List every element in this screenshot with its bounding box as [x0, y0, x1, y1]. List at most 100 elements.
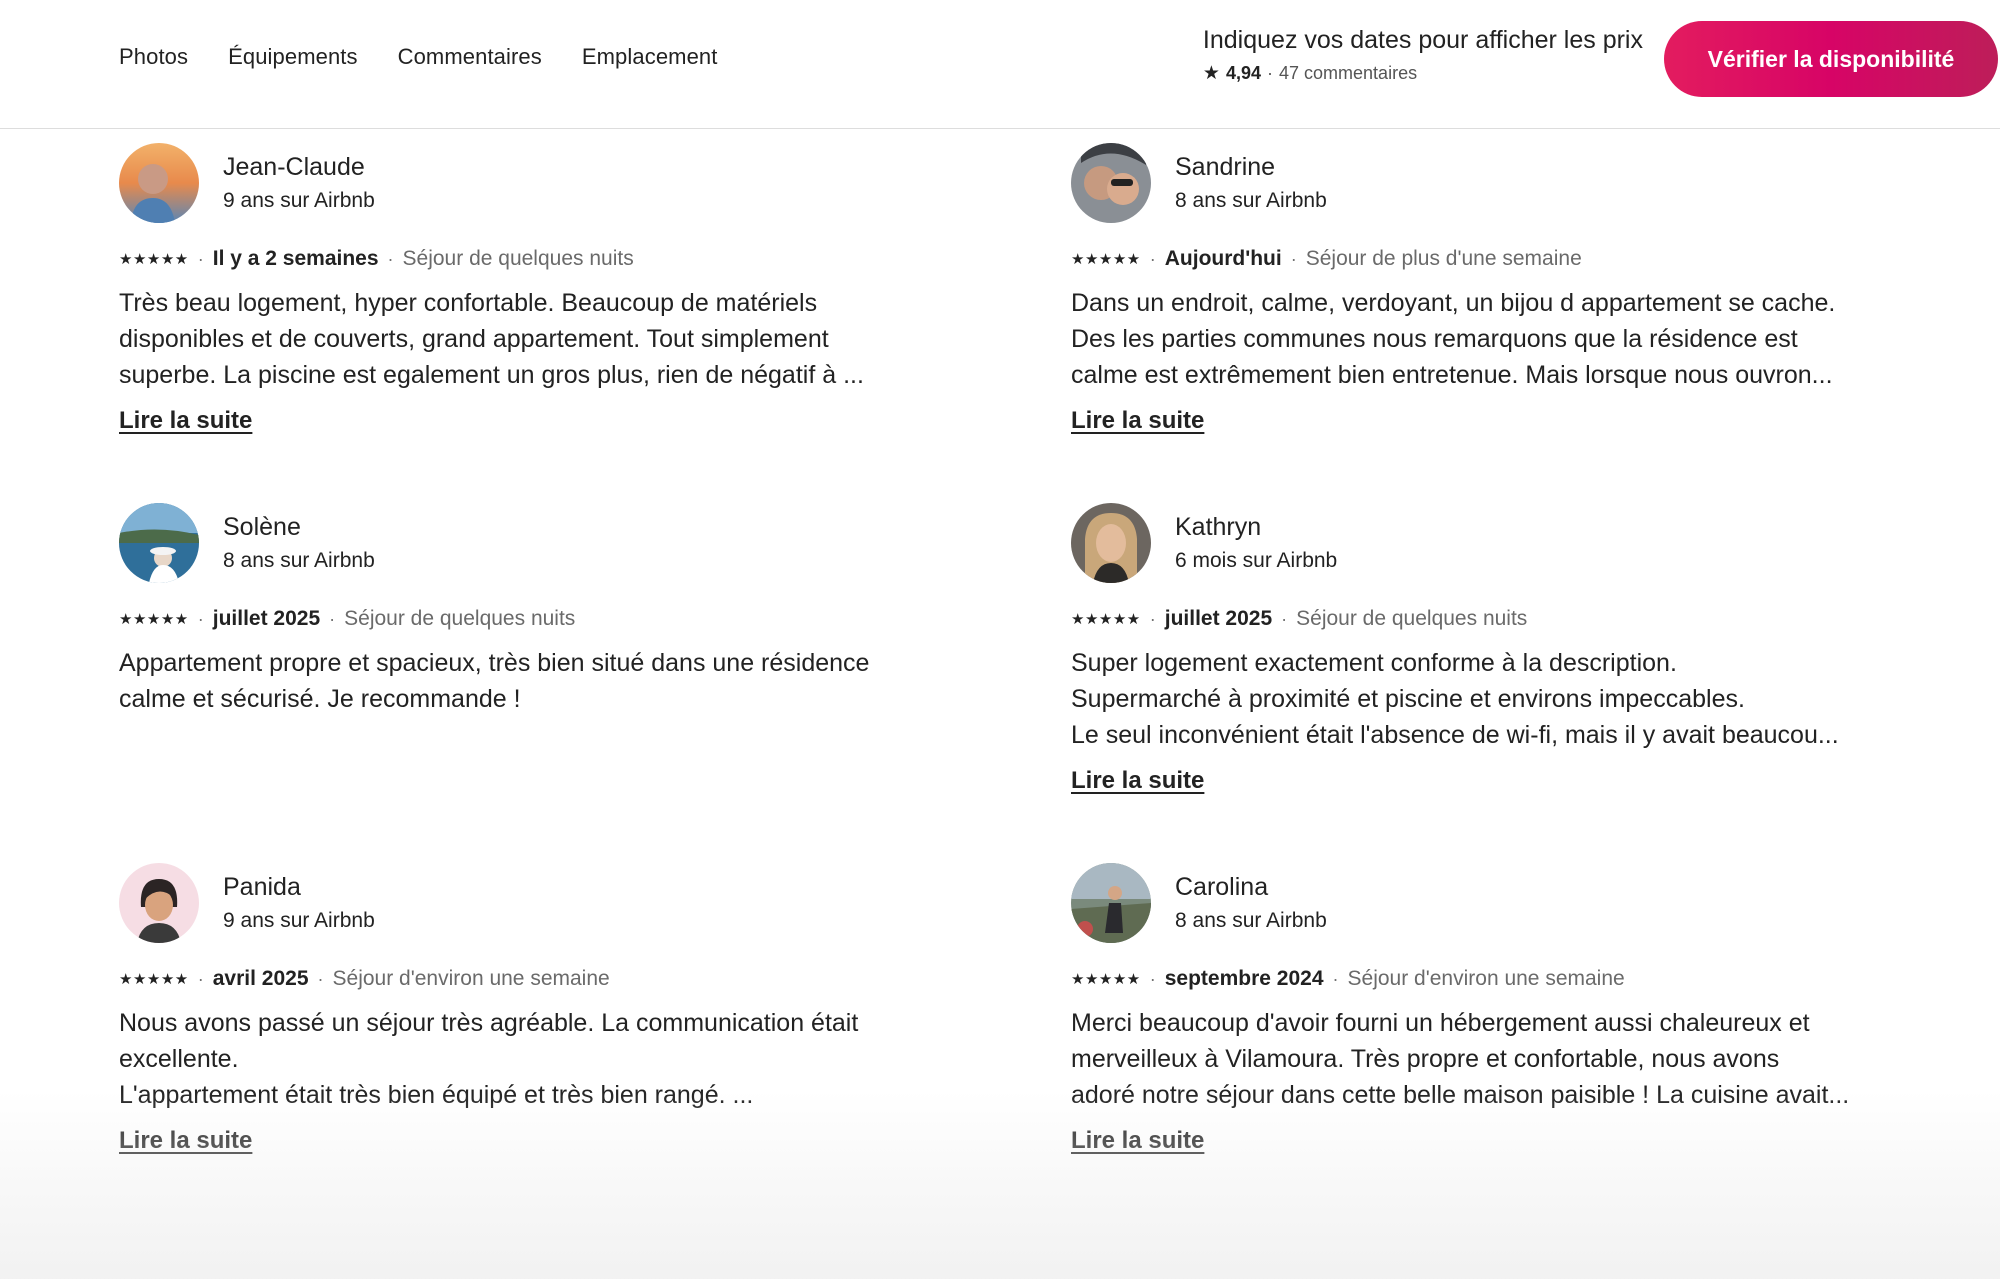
read-more-link[interactable]: Lire la suite: [1071, 767, 1204, 795]
sticky-header: Photos Équipements Commentaires Emplacem…: [0, 0, 2000, 129]
review-card: Carolina 8 ans sur Airbnb ★★★★★ · septem…: [1071, 863, 1871, 1155]
review-card: Sandrine 8 ans sur Airbnb ★★★★★ · Aujour…: [1071, 143, 1871, 435]
reviewer-tenure: 8 ans sur Airbnb: [1175, 909, 1327, 932]
avatar[interactable]: [1071, 143, 1151, 223]
review-line: Le seul inconvénient était l'absence de …: [1071, 721, 1839, 749]
separator: ·: [197, 968, 204, 989]
review-count-link[interactable]: 47 commentaires: [1279, 63, 1417, 84]
review-line: superbe. La piscine est egalement un gro…: [119, 361, 864, 389]
read-more-link[interactable]: Lire la suite: [119, 1127, 252, 1155]
review-date: juillet 2025: [212, 607, 321, 630]
review-meta: ★★★★★ · septembre 2024 · Séjour d'enviro…: [1071, 967, 1871, 991]
review-date: avril 2025: [212, 967, 309, 990]
review-text: Très beau logement, hyper confortable. B…: [119, 285, 909, 393]
stay-length: Séjour de quelques nuits: [402, 247, 634, 270]
separator: ·: [387, 248, 394, 269]
avatar[interactable]: [119, 503, 199, 583]
separator: ·: [1149, 248, 1156, 269]
review-line: merveilleux à Vilamoura. Très propre et …: [1071, 1045, 1780, 1073]
reviewer: Carolina 8 ans sur Airbnb: [1071, 863, 1871, 943]
review-line: Nous avons passé un séjour très agréable…: [119, 1009, 859, 1037]
check-availability-button[interactable]: Vérifier la disponibilité: [1664, 21, 1998, 97]
reviewer-name: Carolina: [1175, 873, 1269, 901]
reviewer-name: Solène: [223, 513, 301, 541]
nav-equipements[interactable]: Équipements: [228, 44, 358, 70]
rating-score: 4,94: [1225, 63, 1262, 83]
stay-length: Séjour de quelques nuits: [1296, 607, 1528, 630]
star-rating-icon: ★★★★★: [119, 971, 189, 988]
review-line: Des les parties communes nous remarquons…: [1071, 325, 1798, 353]
review-text: Merci beaucoup d'avoir fourni un héberge…: [1071, 1005, 1861, 1113]
review-card: Jean-Claude 9 ans sur Airbnb ★★★★★ · Il …: [119, 143, 919, 435]
review-text: Appartement propre et spacieux, très bie…: [119, 645, 909, 717]
star-rating-icon: ★★★★★: [119, 251, 189, 268]
separator: ·: [329, 608, 336, 629]
reviewer: Kathryn 6 mois sur Airbnb: [1071, 503, 1871, 583]
review-line: Appartement propre et spacieux, très bie…: [119, 649, 870, 677]
star-icon: ★: [1202, 63, 1220, 84]
stay-length: Séjour d'environ une semaine: [332, 967, 610, 990]
review-date: Aujourd'hui: [1164, 247, 1282, 270]
reviewer: Solène 8 ans sur Airbnb: [119, 503, 919, 583]
reviewer: Sandrine 8 ans sur Airbnb: [1071, 143, 1871, 223]
review-line: adoré notre séjour dans cette belle mais…: [1071, 1081, 1850, 1109]
review-text: Super logement exactement conforme à la …: [1071, 645, 1861, 753]
nav-emplacement[interactable]: Emplacement: [582, 44, 718, 70]
review-line: Très beau logement, hyper confortable. B…: [119, 289, 818, 317]
review-line: Super logement exactement conforme à la …: [1071, 649, 1677, 677]
separator: ·: [1149, 968, 1156, 989]
separator: ·: [317, 968, 324, 989]
reviewer-name: Panida: [223, 873, 301, 901]
review-card: Solène 8 ans sur Airbnb ★★★★★ · juillet …: [119, 503, 919, 717]
review-card: Kathryn 6 mois sur Airbnb ★★★★★ · juille…: [1071, 503, 1871, 795]
review-text: Nous avons passé un séjour très agréable…: [119, 1005, 909, 1113]
review-line: Dans un endroit, calme, verdoyant, un bi…: [1071, 289, 1836, 317]
avatar[interactable]: [1071, 503, 1151, 583]
review-date: juillet 2025: [1164, 607, 1273, 630]
read-more-link[interactable]: Lire la suite: [1071, 407, 1204, 435]
review-text: Dans un endroit, calme, verdoyant, un bi…: [1071, 285, 1861, 393]
review-meta: ★★★★★ · Il y a 2 semaines · Séjour de qu…: [119, 247, 919, 271]
nav-commentaires[interactable]: Commentaires: [398, 44, 542, 70]
review-line: excellente.: [119, 1045, 239, 1073]
reviewer-name: Kathryn: [1175, 513, 1262, 541]
read-more-link[interactable]: Lire la suite: [1071, 1127, 1204, 1155]
review-meta: ★★★★★ · avril 2025 · Séjour d'environ un…: [119, 967, 919, 991]
reviewer-tenure: 8 ans sur Airbnb: [1175, 189, 1327, 212]
rating-separator: ·: [1267, 63, 1274, 83]
price-prompt: Indiquez vos dates pour afficher les pri…: [1202, 26, 1643, 54]
nav-photos[interactable]: Photos: [119, 44, 188, 70]
avatar[interactable]: [1071, 863, 1151, 943]
separator: ·: [1149, 608, 1156, 629]
reviewer-tenure: 6 mois sur Airbnb: [1175, 549, 1338, 572]
avatar[interactable]: [119, 863, 199, 943]
read-more-link[interactable]: Lire la suite: [119, 407, 252, 435]
review-line: L'appartement était très bien équipé et …: [119, 1081, 754, 1109]
review-line: Supermarché à proximité et piscine et en…: [1071, 685, 1745, 713]
star-rating-icon: ★★★★★: [1071, 251, 1141, 268]
separator: ·: [1281, 608, 1288, 629]
review-line: calme est extrêmement bien entretenue. M…: [1071, 361, 1833, 389]
review-line: calme et sécurisé. Je recommande !: [119, 685, 521, 713]
stay-length: Séjour d'environ une semaine: [1347, 967, 1625, 990]
star-rating-icon: ★★★★★: [1071, 611, 1141, 628]
reviewer-tenure: 9 ans sur Airbnb: [223, 909, 375, 932]
rating-summary: ★ 4,94 · 47 commentaires: [1203, 63, 1643, 84]
avatar[interactable]: [119, 143, 199, 223]
reviewer-name: Jean-Claude: [223, 153, 365, 181]
review-line: disponibles et de couverts, grand appart…: [119, 325, 829, 353]
section-nav: Photos Équipements Commentaires Emplacem…: [119, 44, 717, 70]
stay-length: Séjour de quelques nuits: [344, 607, 576, 630]
stay-length: Séjour de plus d'une semaine: [1305, 247, 1582, 270]
review-card: Panida 9 ans sur Airbnb ★★★★★ · avril 20…: [119, 863, 919, 1155]
star-rating-icon: ★★★★★: [119, 611, 189, 628]
reviewer-name: Sandrine: [1175, 153, 1276, 181]
review-date: Il y a 2 semaines: [212, 247, 379, 270]
review-line: Merci beaucoup d'avoir fourni un héberge…: [1071, 1009, 1810, 1037]
price-summary: Indiquez vos dates pour afficher les pri…: [1203, 26, 1643, 84]
separator: ·: [1290, 248, 1297, 269]
reviews-page: Photos Équipements Commentaires Emplacem…: [0, 0, 2000, 1279]
review-meta: ★★★★★ · Aujourd'hui · Séjour de plus d'u…: [1071, 247, 1871, 271]
review-meta: ★★★★★ · juillet 2025 · Séjour de quelque…: [1071, 607, 1871, 631]
review-meta: ★★★★★ · juillet 2025 · Séjour de quelque…: [119, 607, 919, 631]
